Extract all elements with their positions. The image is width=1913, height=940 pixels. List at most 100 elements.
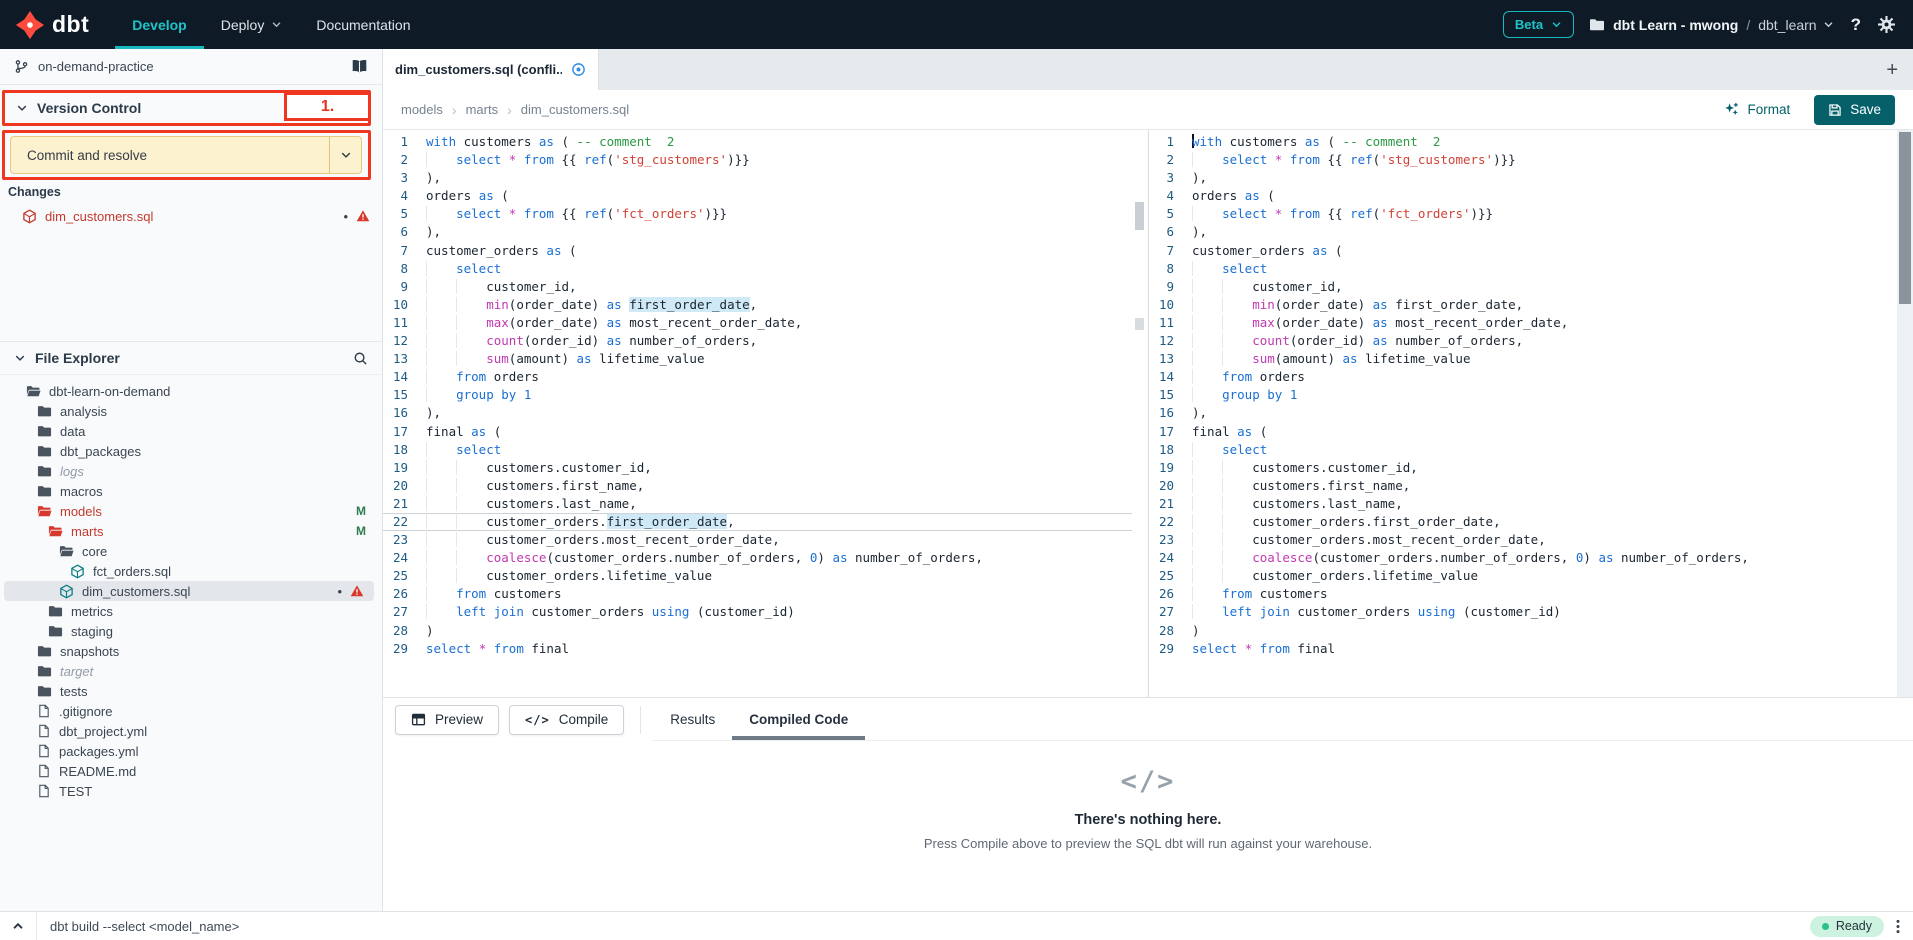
code-line-13[interactable]: 13 sum(amount) as lifetime_value: [1149, 350, 1897, 368]
tree-item-dbt_project.yml[interactable]: dbt_project.yml: [0, 721, 382, 741]
tree-item-metrics[interactable]: metrics: [0, 601, 382, 621]
right-pane-scrollbar[interactable]: [1897, 130, 1913, 697]
tree-item-analysis[interactable]: analysis: [0, 401, 382, 421]
new-tab-icon[interactable]: +: [1886, 60, 1898, 80]
code-line-14[interactable]: 14 from orders: [1149, 368, 1897, 386]
code-line-21[interactable]: 21 customers.last_name,: [1149, 495, 1897, 513]
tree-item-dbt-learn-on-demand[interactable]: dbt-learn-on-demand: [0, 381, 382, 401]
code-line-9[interactable]: 9 customer_id,: [1149, 278, 1897, 296]
code-line-3[interactable]: 3),: [1149, 169, 1897, 187]
code-line-16[interactable]: 16),: [1149, 404, 1897, 422]
code-line-4[interactable]: 4orders as (: [1149, 187, 1897, 205]
code-line-23[interactable]: 23 customer_orders.most_recent_order_dat…: [383, 531, 1132, 549]
code-line-2[interactable]: 2 select * from {{ ref('stg_customers')}…: [383, 151, 1132, 169]
code-line-14[interactable]: 14 from orders: [383, 368, 1132, 386]
code-line-16[interactable]: 16),: [383, 404, 1132, 422]
tree-item-snapshots[interactable]: snapshots: [0, 641, 382, 661]
code-line-24[interactable]: 24 coalesce(customer_orders.number_of_or…: [1149, 549, 1897, 567]
code-line-9[interactable]: 9 customer_id,: [383, 278, 1132, 296]
code-line-5[interactable]: 5 select * from {{ ref('fct_orders')}}: [1149, 205, 1897, 223]
code-line-12[interactable]: 12 count(order_id) as number_of_orders,: [1149, 332, 1897, 350]
code-line-4[interactable]: 4orders as (: [383, 187, 1132, 205]
preview-button[interactable]: Preview: [395, 705, 499, 735]
commit-and-resolve-button[interactable]: Commit and resolve: [10, 136, 362, 174]
code-line-25[interactable]: 25 customer_orders.lifetime_value: [383, 567, 1132, 585]
beta-toggle[interactable]: Beta: [1503, 11, 1574, 38]
code-line-2[interactable]: 2 select * from {{ ref('stg_customers')}…: [1149, 151, 1897, 169]
scrollbar-thumb[interactable]: [1899, 132, 1911, 304]
code-line-6[interactable]: 6),: [383, 223, 1132, 241]
code-line-1[interactable]: 1with customers as ( -- comment 2: [1149, 133, 1897, 151]
code-line-26[interactable]: 26 from customers: [1149, 585, 1897, 603]
compile-button[interactable]: </> Compile: [509, 705, 624, 735]
tree-item-core[interactable]: core: [0, 541, 382, 561]
tree-item-marts[interactable]: martsM: [0, 521, 382, 541]
code-line-22[interactable]: 22 customer_orders.first_order_date,: [1149, 513, 1897, 531]
code-line-19[interactable]: 19 customers.customer_id,: [1149, 459, 1897, 477]
code-line-20[interactable]: 20 customers.first_name,: [383, 477, 1132, 495]
code-line-29[interactable]: 29select * from final: [1149, 640, 1897, 658]
version-control-header[interactable]: Version Control: [16, 90, 141, 126]
code-line-5[interactable]: 5 select * from {{ ref('fct_orders')}}: [383, 205, 1132, 223]
unsaved-indicator-icon[interactable]: [571, 62, 586, 77]
code-line-24[interactable]: 24 coalesce(customer_orders.number_of_or…: [383, 549, 1132, 567]
code-line-18[interactable]: 18 select: [1149, 441, 1897, 459]
dbt-logo[interactable]: dbt: [0, 10, 115, 40]
code-line-27[interactable]: 27 left join customer_orders using (cust…: [383, 603, 1132, 621]
code-line-10[interactable]: 10 min(order_date) as first_order_date,: [1149, 296, 1897, 314]
git-branch-row[interactable]: on-demand-practice: [0, 49, 382, 85]
file-explorer-header[interactable]: File Explorer: [0, 341, 382, 375]
tree-item-packages.yml[interactable]: packages.yml: [0, 741, 382, 761]
code-line-27[interactable]: 27 left join customer_orders using (cust…: [1149, 603, 1897, 621]
code-line-1[interactable]: 1with customers as ( -- comment 2: [383, 133, 1132, 151]
code-line-22[interactable]: 22 customer_orders.first_order_date,: [383, 513, 1132, 531]
breadcrumb-segment-dim_customers.sql[interactable]: dim_customers.sql: [521, 102, 629, 117]
code-line-12[interactable]: 12 count(order_id) as number_of_orders,: [383, 332, 1132, 350]
tree-item-fct_orders.sql[interactable]: fct_orders.sql: [0, 561, 382, 581]
environment-selector[interactable]: dbt_learn: [1758, 17, 1833, 33]
command-input[interactable]: [37, 919, 1810, 934]
code-line-26[interactable]: 26 from customers: [383, 585, 1132, 603]
code-line-11[interactable]: 11 max(order_date) as most_recent_order_…: [1149, 314, 1897, 332]
search-icon[interactable]: [353, 351, 368, 366]
code-line-15[interactable]: 15 group by 1: [383, 386, 1132, 404]
tree-item-data[interactable]: data: [0, 421, 382, 441]
tree-item-target[interactable]: target: [0, 661, 382, 681]
save-button[interactable]: Save: [1814, 95, 1895, 125]
breadcrumb-segment-models[interactable]: models: [401, 102, 443, 117]
code-pane-left[interactable]: 1with customers as ( -- comment 22 selec…: [383, 130, 1132, 697]
code-line-3[interactable]: 3),: [383, 169, 1132, 187]
tree-item-models[interactable]: modelsM: [0, 501, 382, 521]
code-line-13[interactable]: 13 sum(amount) as lifetime_value: [383, 350, 1132, 368]
code-line-19[interactable]: 19 customers.customer_id,: [383, 459, 1132, 477]
changed-file-dim_customers.sql[interactable]: dim_customers.sql•: [0, 205, 382, 227]
scrollbar-thumb[interactable]: [1135, 202, 1144, 230]
code-line-28[interactable]: 28): [1149, 622, 1897, 640]
results-tab-compiled-code[interactable]: Compiled Code: [732, 698, 865, 740]
code-line-21[interactable]: 21 customers.last_name,: [383, 495, 1132, 513]
chevron-up-icon[interactable]: [11, 919, 25, 933]
docs-book-icon[interactable]: [351, 58, 368, 75]
left-pane-scrollbar[interactable]: [1132, 130, 1148, 697]
code-pane-right[interactable]: 1with customers as ( -- comment 22 selec…: [1148, 130, 1897, 697]
code-line-15[interactable]: 15 group by 1: [1149, 386, 1897, 404]
breadcrumb-segment-marts[interactable]: marts: [466, 102, 499, 117]
code-line-29[interactable]: 29select * from final: [383, 640, 1132, 658]
tree-item-tests[interactable]: tests: [0, 681, 382, 701]
code-line-7[interactable]: 7customer_orders as (: [383, 242, 1132, 260]
code-line-6[interactable]: 6),: [1149, 223, 1897, 241]
code-line-20[interactable]: 20 customers.first_name,: [1149, 477, 1897, 495]
editor-tab-dim-customers[interactable]: dim_customers.sql (confli...: [383, 49, 598, 90]
tree-item-logs[interactable]: logs: [0, 461, 382, 481]
nav-item-develop[interactable]: Develop: [115, 0, 203, 49]
code-line-10[interactable]: 10 min(order_date) as first_order_date,: [383, 296, 1132, 314]
tree-item-dbt_packages[interactable]: dbt_packages: [0, 441, 382, 461]
results-tab-results[interactable]: Results: [653, 698, 732, 740]
nav-item-deploy[interactable]: Deploy: [204, 0, 300, 49]
tree-item-macros[interactable]: macros: [0, 481, 382, 501]
code-line-11[interactable]: 11 max(order_date) as most_recent_order_…: [383, 314, 1132, 332]
help-icon[interactable]: ?: [1849, 15, 1863, 35]
nav-item-documentation[interactable]: Documentation: [299, 0, 427, 49]
tree-item-staging[interactable]: staging: [0, 621, 382, 641]
tree-item-README.md[interactable]: README.md: [0, 761, 382, 781]
